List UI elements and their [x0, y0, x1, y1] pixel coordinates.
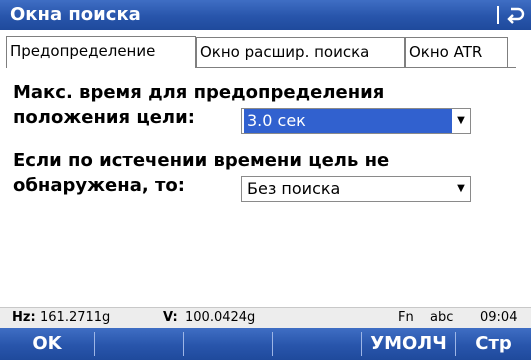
softkey-f4[interactable] — [273, 328, 361, 360]
tab-extended-search-window[interactable]: Окно расшир. поиска — [196, 37, 405, 67]
max-time-label-line1: Макс. время для предопределения — [13, 82, 385, 103]
dropdown-arrow-icon[interactable]: ▼ — [452, 177, 470, 201]
title-separator — [497, 6, 499, 24]
tab-baseline — [196, 67, 516, 68]
tab-predefinition[interactable]: Предопределение — [6, 36, 196, 68]
status-bar: Hz: 161.2711g V: 100.0424g Fn abc 09:04 — [0, 307, 531, 328]
not-found-action-value: Без поиска — [247, 179, 341, 198]
tab-bar: Предопределение Окно расшир. поиска Окно… — [0, 30, 531, 71]
v-label: V: — [163, 310, 178, 325]
fn-indicator: Fn — [398, 310, 414, 325]
v-value: 100.0424g — [185, 310, 256, 325]
not-found-label-line2: обнаружена, то: — [13, 175, 185, 196]
clock: 09:04 — [480, 310, 518, 325]
softkey-ok[interactable]: OK — [0, 328, 94, 360]
not-found-action-select[interactable]: Без поиска ▼ — [241, 176, 471, 202]
dropdown-arrow-icon[interactable]: ▼ — [452, 109, 470, 133]
title-bar: Окна поиска — [0, 0, 531, 30]
hz-label: Hz: — [12, 310, 36, 325]
input-mode-indicator: abc — [430, 310, 454, 325]
hz-value: 161.2711g — [40, 310, 111, 325]
softkey-bar: OK УМОЛЧ Стр — [0, 328, 531, 360]
max-time-label-line2: положения цели: — [13, 107, 195, 128]
not-found-label-line1: Если по истечении времени цель не — [13, 150, 390, 171]
tab-atr-window[interactable]: Окно ATR — [405, 37, 508, 67]
window-title: Окна поиска — [10, 4, 141, 25]
screen: Окна поиска Предопределение Окно расшир.… — [0, 0, 531, 360]
softkey-f3[interactable] — [184, 328, 272, 360]
softkey-defaults[interactable]: УМОЛЧ — [362, 328, 455, 360]
softkey-page[interactable]: Стр — [456, 328, 531, 360]
return-arrow-icon[interactable] — [505, 5, 525, 25]
softkey-f2[interactable] — [95, 328, 183, 360]
max-time-select[interactable]: 3.0 сек ▼ — [241, 108, 471, 134]
max-time-value: 3.0 сек — [244, 109, 453, 133]
